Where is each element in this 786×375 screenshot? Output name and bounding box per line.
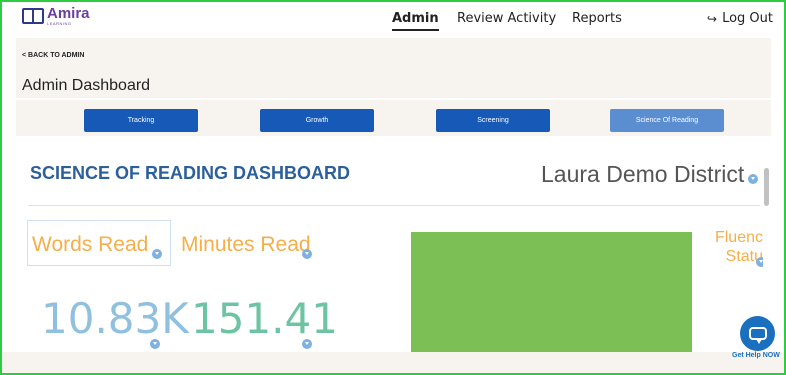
words-read-value: 10.83K: [41, 294, 189, 343]
district-dropdown-icon[interactable]: [748, 173, 759, 184]
tab-screening[interactable]: Screening: [436, 109, 550, 132]
tab-tracking[interactable]: Tracking: [84, 109, 198, 132]
logout-icon: ↪: [707, 11, 718, 26]
tab-growth[interactable]: Growth: [260, 109, 374, 132]
logout-label: Log Out: [722, 11, 773, 26]
chat-help-button[interactable]: [740, 316, 775, 351]
get-help-label[interactable]: Get Help NOW: [732, 352, 780, 359]
minutes-read-value-info-icon[interactable]: [302, 339, 312, 349]
district-name: Laura Demo District: [541, 161, 759, 188]
district-label: Laura Demo District: [541, 161, 745, 187]
divider: [28, 205, 760, 206]
minutes-read-value: 151.41: [191, 294, 338, 343]
words-read-value-info-icon[interactable]: [150, 339, 160, 349]
logout-button[interactable]: ↪ Log Out: [707, 11, 773, 26]
bottom-strip: [2, 352, 784, 373]
back-to-admin-link[interactable]: < BACK TO ADMIN: [22, 52, 84, 59]
brand-sub: LEARNING: [47, 21, 72, 26]
dashboard-panel: SCIENCE OF READING DASHBOARD Laura Demo …: [16, 136, 771, 352]
brand-name: Amira: [47, 5, 90, 22]
nav-review-activity[interactable]: Review Activity: [457, 11, 556, 26]
chat-bubble-icon: [748, 327, 767, 344]
book-icon: [22, 8, 44, 24]
nav-admin[interactable]: Admin: [392, 11, 439, 31]
dashboard-title: SCIENCE OF READING DASHBOARD: [30, 163, 351, 183]
tab-science-of-reading[interactable]: Science Of Reading: [610, 109, 724, 132]
minutes-read-info-icon[interactable]: [302, 249, 312, 259]
top-nav: Amira LEARNING Admin Review Activity Rep…: [2, 2, 784, 34]
nav-reports[interactable]: Reports: [572, 11, 622, 26]
dashboard-tabs: Tracking Growth Screening Science Of Rea…: [16, 100, 771, 136]
minutes-read-label: Minutes Read: [181, 233, 311, 256]
fluency-chart-area: [411, 232, 692, 352]
page-title: Admin Dashboard: [22, 77, 151, 94]
words-read-info-icon[interactable]: [152, 249, 162, 259]
scrollbar-thumb[interactable]: [764, 168, 769, 206]
words-read-label: Words Read: [32, 233, 149, 256]
amira-logo[interactable]: Amira LEARNING: [22, 6, 90, 26]
sub-header: < BACK TO ADMIN Admin Dashboard: [16, 38, 771, 98]
